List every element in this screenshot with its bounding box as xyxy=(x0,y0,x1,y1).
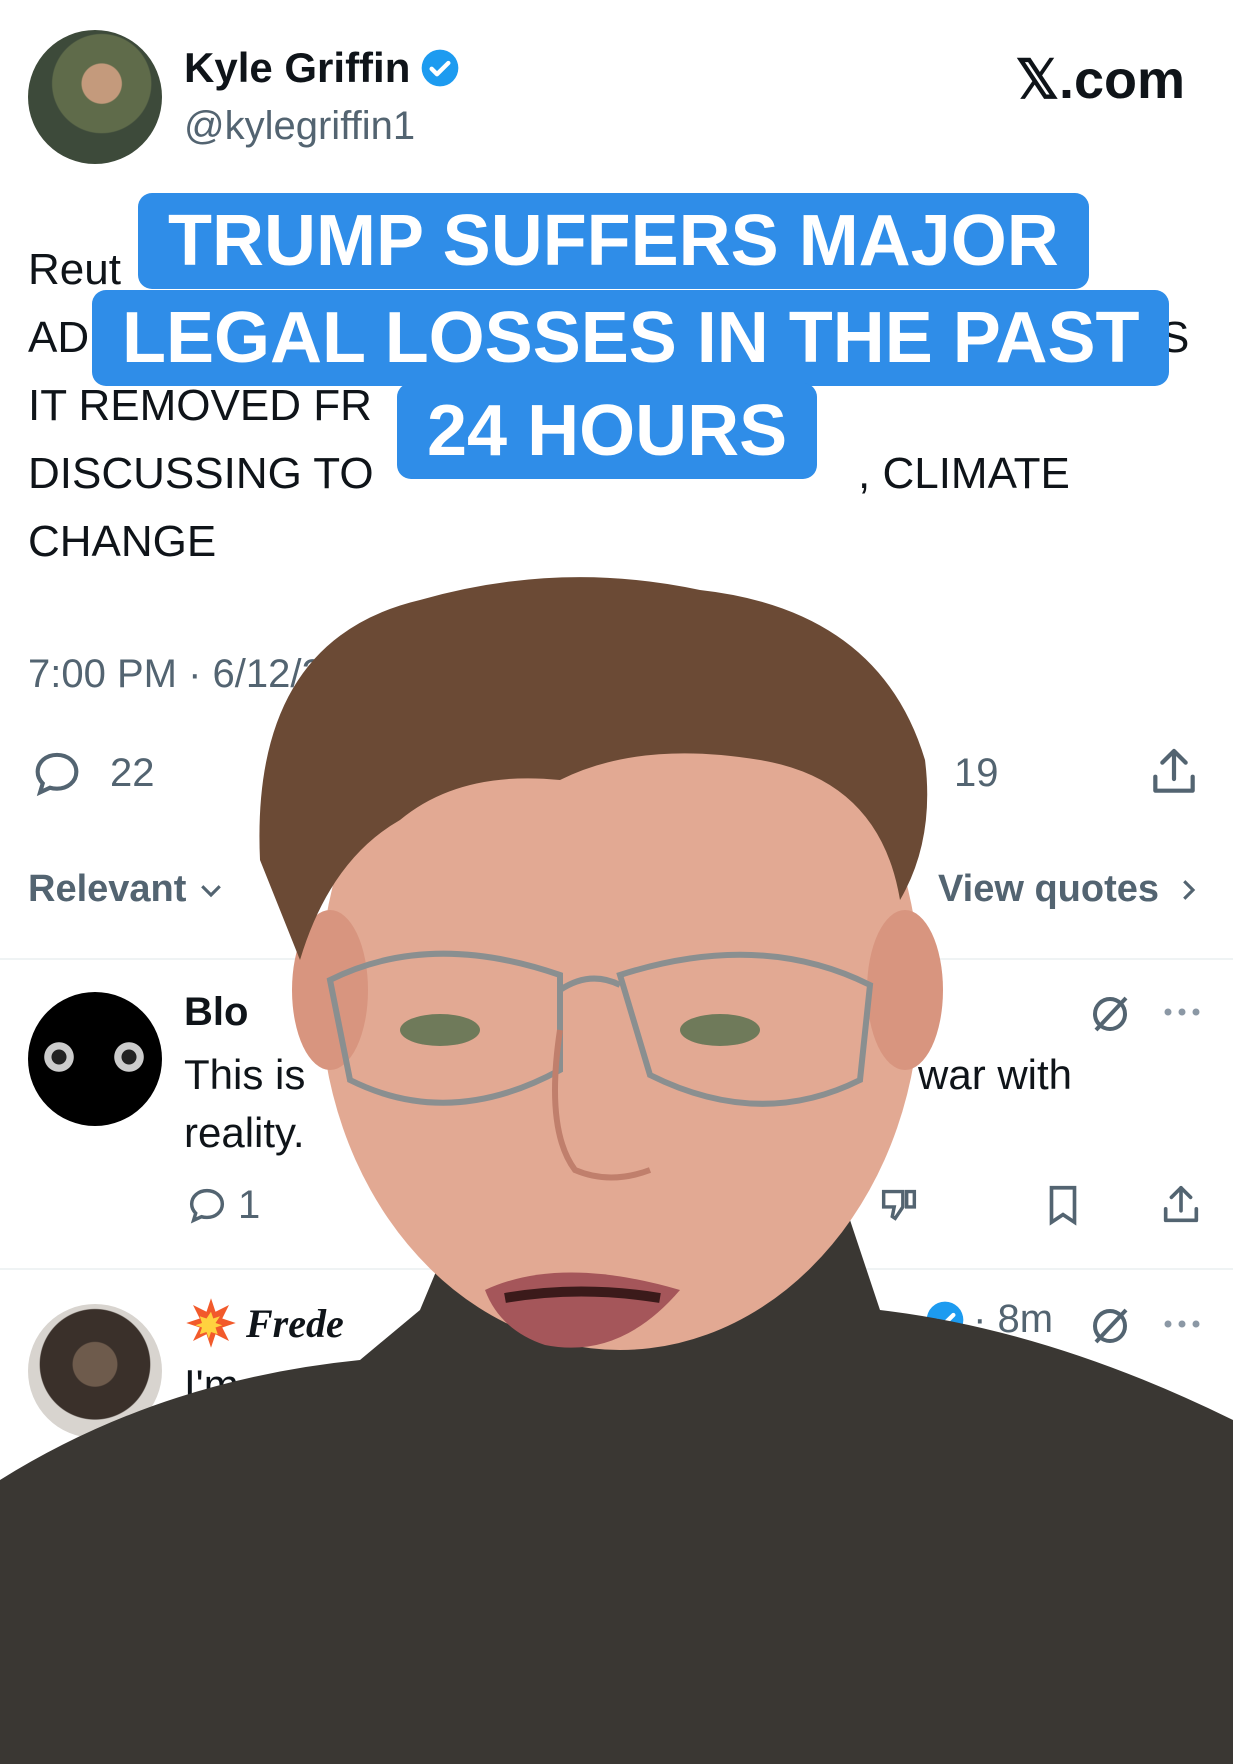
caption-line-1: TRUMP SUFFERS MAJOR xyxy=(138,193,1089,289)
caption-line-3: 24 HOURS xyxy=(397,383,818,479)
caption-line-2: LEGAL LOSSES IN THE PAST xyxy=(92,290,1170,386)
